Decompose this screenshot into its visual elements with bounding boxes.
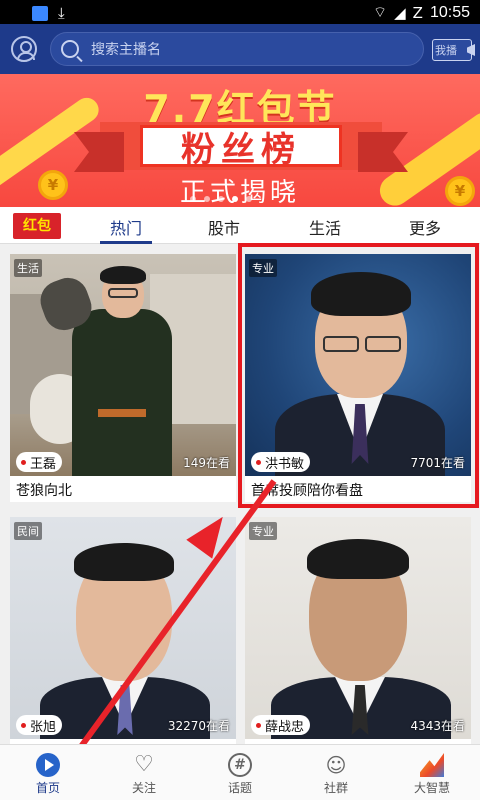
active-tab-indicator bbox=[100, 241, 152, 244]
search-icon bbox=[61, 40, 79, 58]
broadcast-button[interactable]: 我播 bbox=[432, 39, 475, 61]
host-name-pill: 薛战忠 bbox=[251, 715, 311, 735]
live-card[interactable]: 生活 王磊 149在看 苍狼向北 bbox=[10, 254, 236, 502]
status-bar: ⤓ ⌔ ◢ Z 10:55 bbox=[0, 0, 480, 24]
nav-label: 大智慧 bbox=[413, 781, 450, 795]
live-card[interactable]: 民间 张旭 32270在看 bbox=[10, 517, 236, 765]
top-bar: 搜索主播名 我播 bbox=[0, 24, 480, 74]
tab-life[interactable]: 生活 bbox=[295, 215, 355, 239]
host-name-pill: 王磊 bbox=[16, 452, 63, 472]
category-tabs: 红包 热门 股市 生活 更多 bbox=[0, 207, 480, 244]
live-dot-icon bbox=[256, 722, 261, 728]
banner-pagination bbox=[190, 196, 252, 202]
nav-home[interactable]: 首页 bbox=[0, 745, 96, 800]
dazhihui-logo-icon bbox=[420, 753, 444, 777]
bottom-navigation: 首页 ♡ 关注 # 话题 ☺ 社群 大智慧 bbox=[0, 744, 480, 800]
category-tag: 民间 bbox=[14, 522, 42, 540]
battery-icon: Z bbox=[412, 3, 423, 22]
nav-dazhihui[interactable]: 大智慧 bbox=[384, 745, 480, 800]
live-dot-icon bbox=[21, 459, 26, 465]
app-notification-icon bbox=[32, 5, 48, 21]
wifi-icon: ⌔ bbox=[373, 3, 388, 21]
signal-icon: ◢ bbox=[394, 3, 406, 22]
highlight-box bbox=[238, 243, 479, 508]
camera-icon bbox=[467, 44, 475, 56]
nav-label: 首页 bbox=[35, 781, 60, 795]
clock: 10:55 bbox=[429, 3, 470, 21]
download-icon: ⤓ bbox=[58, 4, 65, 22]
nav-community[interactable]: ☺ 社群 bbox=[288, 745, 384, 800]
viewer-count: 32270在看 bbox=[167, 719, 230, 733]
heart-icon: ♡ bbox=[134, 752, 154, 777]
banner-highlight: 粉丝榜 bbox=[181, 129, 301, 170]
tab-hot[interactable]: 热门 bbox=[96, 215, 156, 239]
tab-more[interactable]: 更多 bbox=[395, 215, 455, 239]
promo-banner[interactable]: ¥ ¥ 7.7红包节 粉丝榜 正式揭晓 bbox=[0, 74, 480, 207]
category-tag: 专业 bbox=[249, 522, 277, 540]
nav-label: 社群 bbox=[323, 781, 348, 795]
user-profile-icon[interactable] bbox=[11, 36, 37, 62]
nav-label: 关注 bbox=[131, 781, 156, 795]
hashtag-icon: # bbox=[228, 753, 252, 777]
nav-topics[interactable]: # 话题 bbox=[192, 745, 288, 800]
card-caption: 苍狼向北 bbox=[16, 483, 72, 499]
host-name: 王磊 bbox=[30, 456, 57, 472]
banner-ribbon: 粉丝榜 bbox=[74, 122, 408, 172]
nav-follow[interactable]: ♡ 关注 bbox=[96, 745, 192, 800]
host-name-pill: 张旭 bbox=[16, 715, 63, 735]
nav-label: 话题 bbox=[227, 781, 252, 795]
live-dot-icon bbox=[21, 722, 26, 728]
live-card[interactable]: 专业 薛战忠 4343在看 bbox=[245, 517, 471, 765]
host-name: 张旭 bbox=[30, 719, 57, 735]
broadcast-label: 我播 bbox=[435, 44, 457, 57]
host-name: 薛战忠 bbox=[265, 719, 305, 735]
viewer-count: 4343在看 bbox=[410, 719, 465, 733]
home-play-icon bbox=[36, 753, 60, 777]
stream-thumbnail bbox=[245, 517, 471, 739]
group-icon: ☺ bbox=[325, 753, 347, 777]
stream-thumbnail bbox=[10, 254, 236, 476]
viewer-count: 149在看 bbox=[183, 456, 230, 470]
redpacket-button[interactable]: 红包 bbox=[13, 213, 61, 239]
tab-stocks[interactable]: 股市 bbox=[194, 215, 254, 239]
search-placeholder: 搜索主播名 bbox=[91, 42, 161, 58]
search-input[interactable]: 搜索主播名 bbox=[50, 32, 424, 66]
category-tag: 生活 bbox=[14, 259, 42, 277]
